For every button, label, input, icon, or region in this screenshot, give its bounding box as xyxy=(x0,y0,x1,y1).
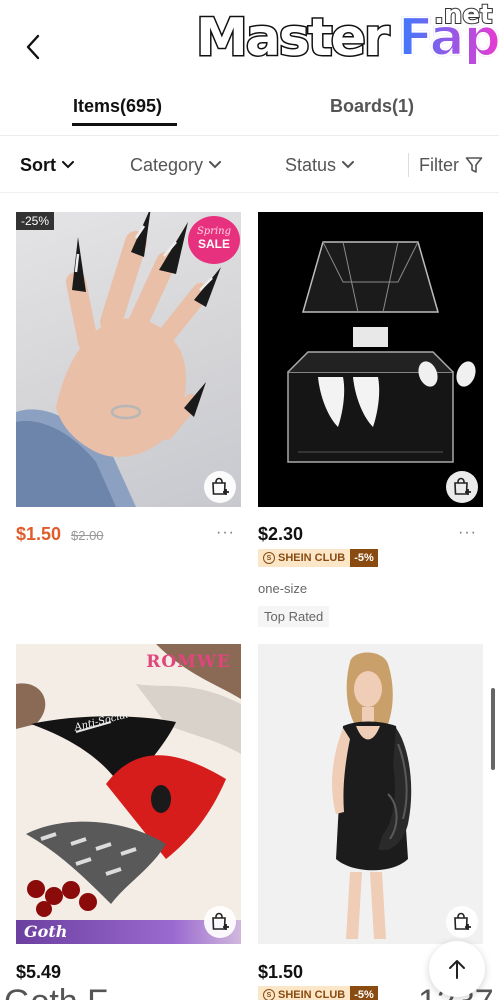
tab-boards[interactable]: Boards(1) xyxy=(330,96,414,116)
add-to-cart-button[interactable] xyxy=(204,906,236,938)
product-image[interactable]: ROMWE Anti-Social Goth xyxy=(16,644,241,944)
club-label: SHEIN CLUB xyxy=(278,552,346,564)
add-to-cart-button[interactable] xyxy=(446,471,478,503)
top-rated-tag: Top Rated xyxy=(258,606,330,627)
product-price: $1.50 xyxy=(16,524,62,544)
add-to-cart-button[interactable] xyxy=(446,906,478,938)
watermark-logo: Master Fap .net xyxy=(195,1,499,84)
tab-items[interactable]: Items(695) xyxy=(73,96,162,116)
product-image[interactable] xyxy=(258,644,483,944)
bag-plus-icon xyxy=(454,912,471,930)
status-dropdown[interactable]: Status xyxy=(285,155,355,175)
add-to-cart-button[interactable] xyxy=(204,471,236,503)
bottom-partial-overlay: Goth F 1237 xyxy=(0,985,499,1000)
active-tab-indicator xyxy=(72,123,177,126)
chevron-down-icon xyxy=(62,161,74,169)
bag-plus-icon xyxy=(454,477,471,495)
chevron-left-icon xyxy=(26,34,40,60)
bag-plus-icon xyxy=(212,477,229,495)
chevron-down-icon xyxy=(342,161,355,169)
category-dropdown[interactable]: Category xyxy=(130,155,222,175)
category-label: Category xyxy=(130,155,204,175)
filter-button[interactable]: Filter xyxy=(419,155,483,175)
brand-label: ROMWE xyxy=(146,652,231,672)
header: Master Fap .net xyxy=(0,0,499,90)
product-image[interactable] xyxy=(258,212,483,507)
original-price: $2.00 xyxy=(71,528,104,543)
product-image[interactable]: -25% Spring SALE xyxy=(16,212,241,507)
club-s-icon: S xyxy=(263,552,275,564)
sticker-top-text: Spring xyxy=(196,226,232,237)
watermark-master: Master xyxy=(195,8,392,68)
product-card[interactable]: ROMWE Anti-Social Goth $5.49 xyxy=(16,644,241,1000)
product-price: $5.49 xyxy=(16,962,62,982)
watermark-net: .net xyxy=(433,0,493,30)
spring-sale-sticker: Spring SALE xyxy=(188,216,240,264)
model-black-dress-photo xyxy=(332,652,412,939)
club-label-wrap: S SHEIN CLUB xyxy=(258,549,351,567)
arrow-up-icon xyxy=(449,960,465,979)
shein-club-badge: S SHEIN CLUB -5% xyxy=(258,549,378,567)
more-options-button[interactable]: ··· xyxy=(458,524,477,542)
product-price: $2.30 xyxy=(258,524,304,544)
product-card[interactable]: -25% Spring SALE $1.50 $2.00 ··· xyxy=(16,212,241,612)
gothic-panties-photo xyxy=(16,644,241,917)
discount-badge: -25% xyxy=(16,212,55,230)
filter-label: Filter xyxy=(419,155,459,175)
product-card[interactable]: $2.30 ··· S SHEIN CLUB -5% one-size Top R… xyxy=(258,212,483,632)
filter-bar: Sort Category Status Filter xyxy=(0,137,499,193)
back-button[interactable] xyxy=(18,30,48,64)
goth-tag: Goth xyxy=(24,922,68,941)
scroll-to-top-button[interactable] xyxy=(429,941,485,997)
status-label: Status xyxy=(285,155,337,175)
bag-plus-icon xyxy=(212,912,229,930)
vampire-fangs-photo xyxy=(287,241,476,463)
sort-label: Sort xyxy=(20,155,56,175)
club-discount: -5% xyxy=(350,549,378,567)
scrollbar[interactable] xyxy=(491,688,495,770)
product-size: one-size xyxy=(258,581,308,596)
sticker-bottom-text: SALE xyxy=(197,237,230,251)
sort-dropdown[interactable]: Sort xyxy=(20,155,74,175)
funnel-icon xyxy=(465,157,483,173)
more-options-button[interactable]: ··· xyxy=(216,524,235,542)
wishlist-page: Master Fap .net Items(695) Boards(1) Sor… xyxy=(0,0,499,1000)
bottom-partial-left: Goth F xyxy=(4,985,108,1000)
tab-bar: Items(695) Boards(1) xyxy=(0,90,499,136)
product-price: $1.50 xyxy=(258,962,304,982)
chevron-down-icon xyxy=(209,161,222,169)
filter-divider xyxy=(408,153,409,177)
